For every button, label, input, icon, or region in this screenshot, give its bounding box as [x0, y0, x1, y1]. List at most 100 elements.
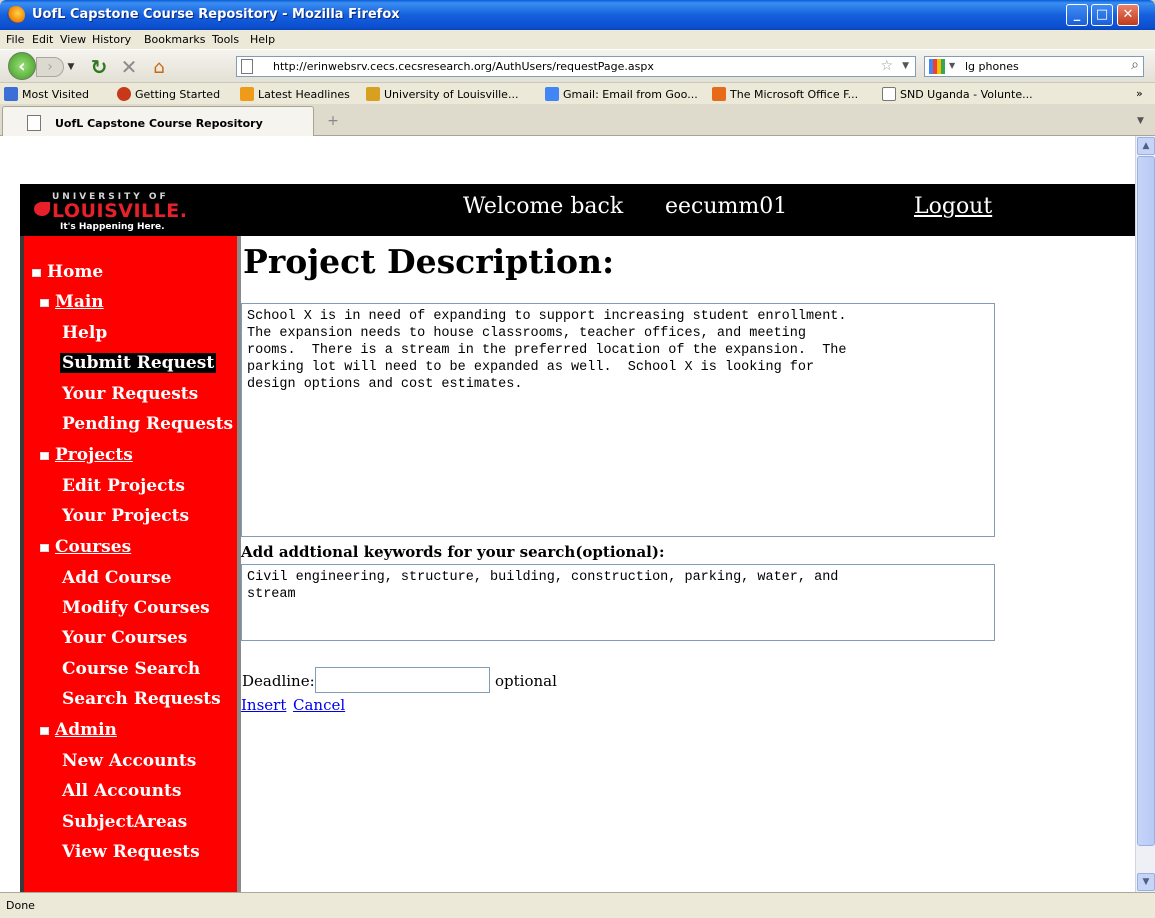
- search-bar[interactable]: ▼ lg phones ⌕: [924, 56, 1144, 77]
- sidebar-item-your-courses[interactable]: Your Courses: [62, 628, 187, 648]
- menu-view[interactable]: View: [60, 33, 86, 46]
- welcome-text: Welcome back: [463, 194, 624, 219]
- project-description-textarea[interactable]: School X is in need of expanding to supp…: [241, 303, 995, 537]
- sidebar-item-subject-areas[interactable]: SubjectAreas: [62, 812, 187, 832]
- tab-list-icon[interactable]: ▼: [1137, 116, 1144, 126]
- url-dropdown-icon[interactable]: ▼: [902, 61, 909, 71]
- firefox-icon: [7, 6, 25, 24]
- sidebar-item-home[interactable]: Home: [32, 262, 103, 282]
- bookmark-snd-uganda[interactable]: SND Uganda - Volunte...: [882, 86, 1033, 102]
- sidebar-item-pending-requests[interactable]: Pending Requests: [62, 414, 233, 434]
- sidebar-item-your-projects[interactable]: Your Projects: [62, 506, 189, 526]
- bookmarks-overflow-icon[interactable]: »: [1136, 87, 1143, 100]
- tab-strip: UofL Capstone Course Repository + ▼: [0, 104, 1155, 136]
- sidebar-item-modify-courses[interactable]: Modify Courses: [62, 598, 210, 618]
- home-button[interactable]: ⌂: [147, 55, 171, 79]
- page-icon: [27, 115, 41, 131]
- collapse-icon: [40, 298, 49, 307]
- google-engine-icon[interactable]: [929, 59, 945, 74]
- engine-dropdown-icon[interactable]: ▼: [949, 61, 955, 70]
- bookmark-most-visited[interactable]: Most Visited: [4, 86, 89, 102]
- window-title: UofL Capstone Course Repository - Mozill…: [32, 7, 400, 22]
- sidebar-item-help[interactable]: Help: [62, 323, 107, 343]
- tab-label: UofL Capstone Course Repository: [55, 117, 263, 130]
- sidebar-item-projects[interactable]: Projects: [40, 445, 133, 465]
- page-title: Project Description:: [243, 242, 615, 281]
- sidebar-item-search-requests[interactable]: Search Requests: [62, 689, 221, 709]
- page-icon: [882, 87, 896, 101]
- insert-link[interactable]: Insert: [241, 696, 286, 714]
- cancel-link[interactable]: Cancel: [293, 696, 345, 714]
- status-text: Done: [6, 899, 35, 912]
- sidebar-nav: Home Main Help Submit Request Your Reque…: [20, 236, 241, 892]
- back-button[interactable]: ‹: [8, 52, 36, 80]
- university-logo[interactable]: UNIVERSITY OF LOUISVILLE. It's Happening…: [34, 190, 234, 232]
- menu-file[interactable]: File: [6, 33, 24, 46]
- tab-active[interactable]: UofL Capstone Course Repository: [2, 106, 314, 136]
- deadline-input[interactable]: [315, 667, 490, 693]
- sidebar-item-add-course[interactable]: Add Course: [62, 568, 171, 588]
- google-icon: [545, 87, 559, 101]
- sidebar-item-submit-request[interactable]: Submit Request: [60, 353, 217, 373]
- maximize-button[interactable]: □: [1091, 4, 1113, 26]
- sidebar-item-courses[interactable]: Courses: [40, 537, 131, 557]
- bookmark-star-icon[interactable]: ☆: [880, 58, 893, 74]
- site-header: UNIVERSITY OF LOUISVILLE. It's Happening…: [20, 184, 1135, 236]
- new-tab-button[interactable]: +: [320, 110, 346, 132]
- keywords-textarea[interactable]: Civil engineering, structure, building, …: [241, 564, 995, 641]
- menu-edit[interactable]: Edit: [32, 33, 53, 46]
- menu-help[interactable]: Help: [250, 33, 275, 46]
- search-icon[interactable]: ⌕: [1131, 57, 1139, 73]
- username: eecumm01: [665, 194, 788, 219]
- menu-bookmarks[interactable]: Bookmarks: [144, 33, 205, 46]
- keywords-label: Add addtional keywords for your search(o…: [241, 543, 665, 561]
- deadline-label: Deadline:: [242, 672, 315, 690]
- sidebar-item-course-search[interactable]: Course Search: [62, 659, 200, 679]
- scroll-down-icon[interactable]: ▼: [1137, 873, 1155, 891]
- menu-tools[interactable]: Tools: [212, 33, 239, 46]
- stop-button[interactable]: ✕: [117, 55, 141, 79]
- forward-button[interactable]: ›: [36, 57, 64, 77]
- bookmark-microsoft-office[interactable]: The Microsoft Office F...: [712, 86, 858, 102]
- sidebar-item-view-requests[interactable]: View Requests: [62, 842, 200, 862]
- collapse-icon: [32, 268, 41, 277]
- collapse-icon: [40, 543, 49, 552]
- minimize-button[interactable]: _: [1066, 4, 1088, 26]
- menu-bar: File Edit View History Bookmarks Tools H…: [0, 30, 1155, 50]
- louisville-icon: [366, 87, 380, 101]
- url-text[interactable]: http://erinwebsrv.cecs.cecsresearch.org/…: [273, 60, 654, 73]
- sidebar-item-all-accounts[interactable]: All Accounts: [62, 781, 181, 801]
- rss-feed-icon: [240, 87, 254, 101]
- office-icon: [712, 87, 726, 101]
- sidebar-item-new-accounts[interactable]: New Accounts: [62, 751, 196, 771]
- bookmark-university-of-louisville[interactable]: University of Louisville...: [366, 86, 518, 102]
- reload-button[interactable]: ↻: [87, 55, 111, 79]
- close-button[interactable]: ✕: [1117, 4, 1139, 26]
- menu-history[interactable]: History: [92, 33, 131, 46]
- sidebar-item-main[interactable]: Main: [40, 292, 104, 312]
- collapse-icon: [40, 451, 49, 460]
- search-input[interactable]: lg phones: [965, 60, 1019, 73]
- url-bar[interactable]: http://erinwebsrv.cecs.cecsresearch.org/…: [236, 56, 916, 77]
- logout-link[interactable]: Logout: [914, 194, 992, 219]
- collapse-icon: [40, 726, 49, 735]
- page-icon: [241, 59, 253, 74]
- scroll-up-icon[interactable]: ▲: [1137, 137, 1155, 155]
- status-bar: Done: [0, 892, 1155, 918]
- vertical-scrollbar[interactable]: ▲ ▼: [1135, 136, 1155, 892]
- bookmark-getting-started[interactable]: Getting Started: [117, 86, 220, 102]
- sidebar-item-edit-projects[interactable]: Edit Projects: [62, 476, 185, 496]
- sidebar-item-admin[interactable]: Admin: [40, 720, 117, 740]
- bookmark-gmail[interactable]: Gmail: Email from Goo...: [545, 86, 698, 102]
- getting-started-icon: [117, 87, 131, 101]
- deadline-optional-label: optional: [495, 672, 557, 690]
- navigation-toolbar: ‹ › ▼ ↻ ✕ ⌂ http://erinwebsrv.cecs.cecsr…: [0, 50, 1155, 82]
- window-title-bar[interactable]: UofL Capstone Course Repository - Mozill…: [0, 0, 1155, 30]
- bookmarks-toolbar: Most Visited Getting Started Latest Head…: [0, 82, 1155, 104]
- bookmark-latest-headlines[interactable]: Latest Headlines: [240, 86, 350, 102]
- history-dropdown-icon[interactable]: ▼: [64, 57, 78, 77]
- cardinal-icon: [34, 202, 50, 216]
- sidebar-item-your-requests[interactable]: Your Requests: [62, 384, 198, 404]
- scrollbar-thumb[interactable]: [1137, 156, 1155, 846]
- rss-icon: [4, 87, 18, 101]
